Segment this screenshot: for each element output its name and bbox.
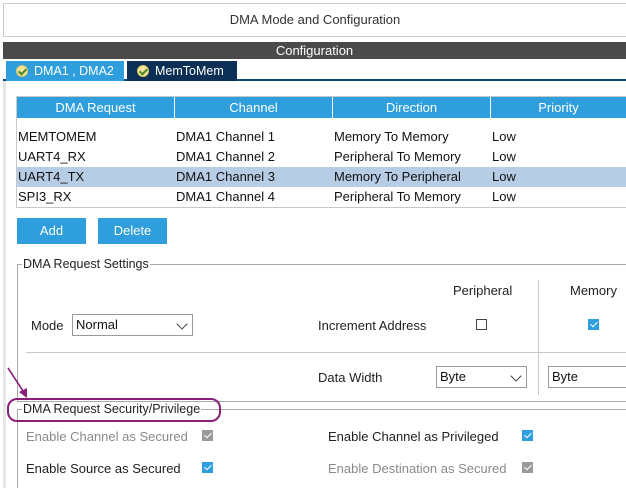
peripheral-column-label: Peripheral	[453, 283, 513, 298]
source-secured-checkbox[interactable]	[202, 462, 213, 473]
table-row[interactable]: UART4_RX DMA1 Channel 2 Peripheral To Me…	[17, 147, 626, 167]
cell-direction: Memory To Peripheral	[334, 169, 461, 184]
settings-legend: DMA Request Settings	[22, 257, 150, 271]
channel-secured-label: Enable Channel as Secured	[26, 429, 188, 444]
configuration-header: Configuration	[3, 42, 626, 59]
cell-channel: DMA1 Channel 1	[176, 129, 275, 144]
destination-secured-label: Enable Destination as Secured	[328, 461, 507, 476]
delete-button[interactable]: Delete	[98, 218, 167, 244]
cell-priority: Low	[492, 169, 516, 184]
column-divider	[538, 280, 539, 395]
row-divider	[26, 352, 626, 353]
mode-select[interactable]: Normal	[72, 314, 193, 336]
memory-data-width-value: Byte	[552, 369, 579, 384]
memory-data-width-select[interactable]: Byte	[548, 366, 626, 388]
tab-label: DMA1 , DMA2	[34, 64, 114, 78]
table-header: DMA Request Channel Direction Priority	[17, 97, 626, 118]
cell-direction: Memory To Memory	[334, 129, 449, 144]
data-width-label: Data Width	[318, 370, 383, 385]
tab-label: MemToMem	[155, 64, 224, 78]
cell-priority: Low	[492, 129, 516, 144]
column-header-priority[interactable]: Priority	[491, 97, 626, 118]
table-row[interactable]: SPI3_RX DMA1 Channel 4 Peripheral To Mem…	[17, 187, 626, 207]
peripheral-increment-checkbox[interactable]	[476, 319, 487, 330]
add-button[interactable]: Add	[17, 218, 86, 244]
cell-channel: DMA1 Channel 2	[176, 149, 275, 164]
dma-request-table: DMA Request Channel Direction Priority M…	[16, 96, 626, 208]
cell-priority: Low	[492, 189, 516, 204]
mode-label: Mode	[31, 318, 64, 333]
source-secured-label: Enable Source as Secured	[26, 461, 181, 476]
column-header-direction[interactable]: Direction	[333, 97, 491, 118]
memory-column-label: Memory	[570, 283, 617, 298]
tab-dma1-dma2[interactable]: DMA1 , DMA2	[6, 61, 124, 81]
chevron-down-icon	[176, 318, 188, 330]
dialog-title: DMA Mode and Configuration	[3, 3, 626, 37]
cell-direction: Peripheral To Memory	[334, 149, 461, 164]
check-circle-icon	[16, 65, 28, 77]
memory-increment-checkbox[interactable]	[588, 319, 599, 330]
mode-value: Normal	[76, 317, 118, 332]
cell-direction: Peripheral To Memory	[334, 189, 461, 204]
table-row[interactable]: MEMTOMEM DMA1 Channel 1 Memory To Memory…	[17, 127, 626, 147]
channel-secured-checkbox	[202, 430, 213, 441]
check-circle-icon	[137, 65, 149, 77]
column-header-channel[interactable]: Channel	[175, 97, 333, 118]
annotation-arrow-icon	[7, 367, 27, 398]
tab-memtomem[interactable]: MemToMem	[127, 61, 237, 81]
cell-request: MEMTOMEM	[18, 129, 97, 144]
panel-border	[3, 81, 6, 488]
channel-privileged-checkbox[interactable]	[522, 430, 533, 441]
cell-request: UART4_RX	[18, 149, 86, 164]
chevron-down-icon	[510, 370, 522, 382]
peripheral-data-width-select[interactable]: Byte	[436, 366, 527, 388]
peripheral-data-width-value: Byte	[440, 369, 467, 384]
destination-secured-checkbox	[522, 462, 533, 473]
cell-request: SPI3_RX	[18, 189, 72, 204]
table-row-selected[interactable]: UART4_TX DMA1 Channel 3 Memory To Periph…	[17, 167, 626, 187]
cell-channel: DMA1 Channel 4	[176, 189, 275, 204]
cell-channel: DMA1 Channel 3	[176, 169, 275, 184]
cell-priority: Low	[492, 149, 516, 164]
increment-address-label: Increment Address	[318, 318, 427, 333]
cell-request: UART4_TX	[18, 169, 85, 184]
annotation-highlight	[7, 398, 221, 422]
column-header-dma-request[interactable]: DMA Request	[17, 97, 175, 118]
channel-privileged-label: Enable Channel as Privileged	[328, 429, 499, 444]
